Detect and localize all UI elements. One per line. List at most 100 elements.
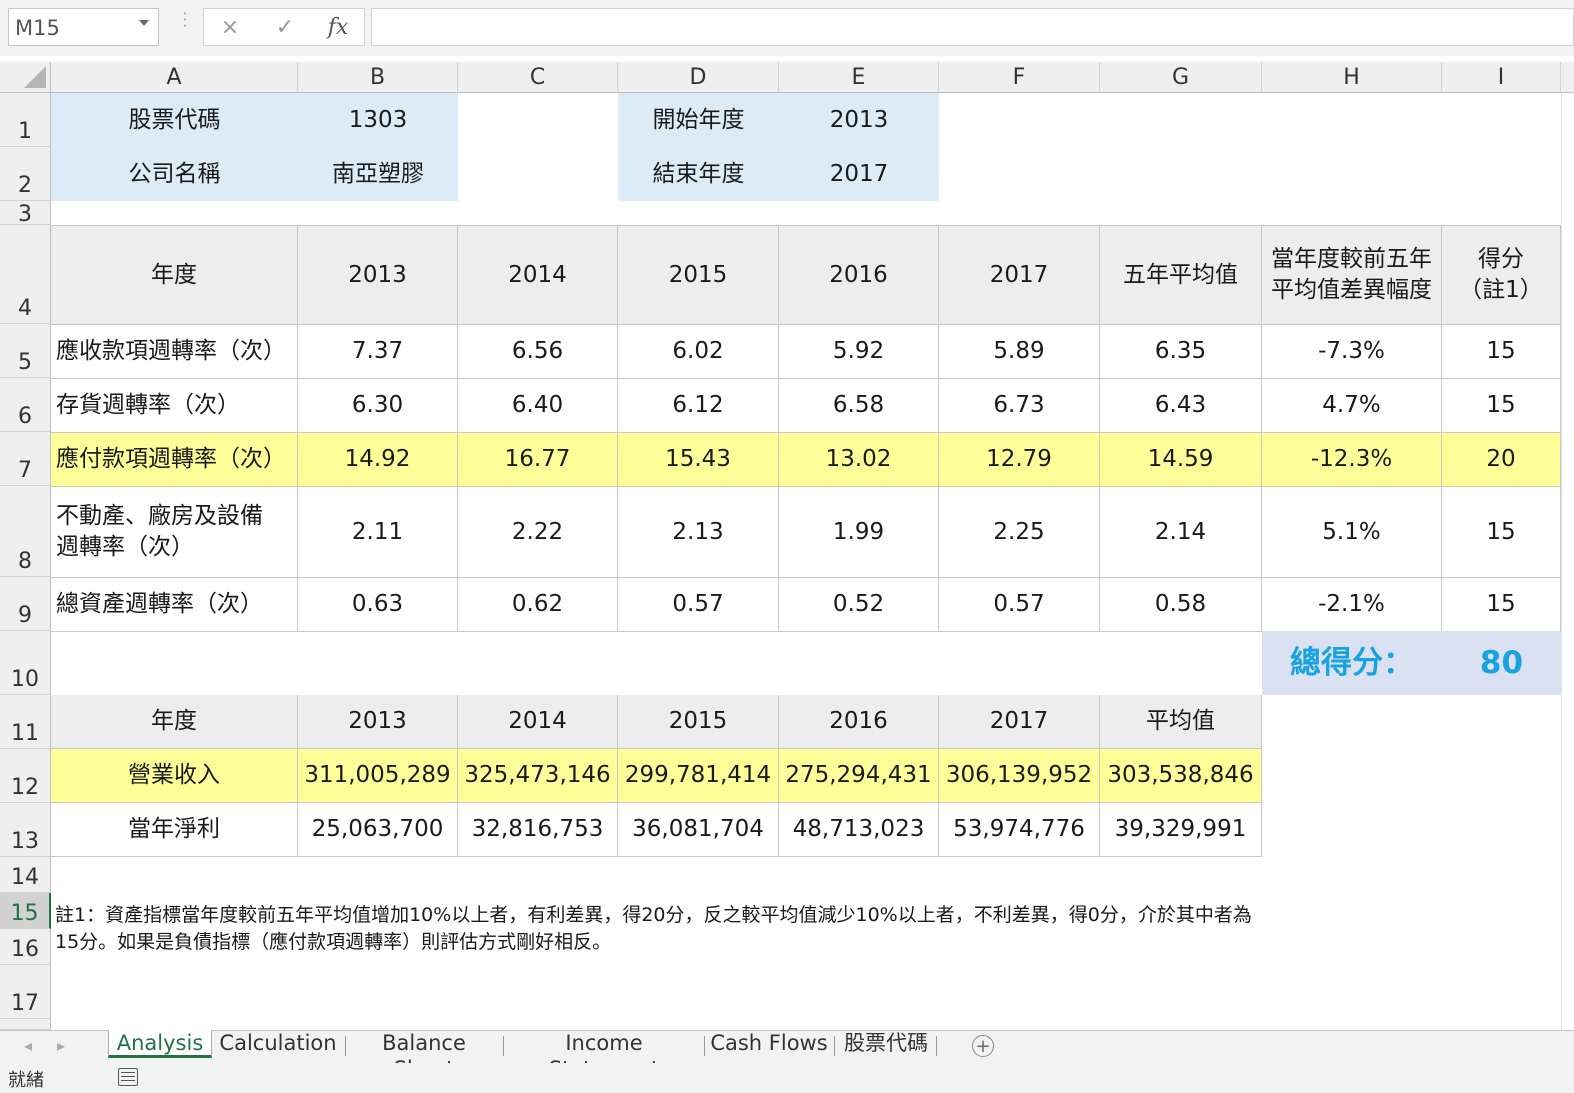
table-header-label[interactable]: 年度 bbox=[51, 226, 298, 325]
table-cell-avg[interactable]: 2.14 bbox=[1100, 487, 1262, 578]
select-all-button[interactable] bbox=[0, 62, 51, 93]
table-cell-y2017[interactable]: 2.25 bbox=[939, 487, 1100, 578]
table-cell-y2013[interactable]: 2.11 bbox=[298, 487, 458, 578]
table-cell-y2014[interactable]: 6.40 bbox=[458, 379, 618, 433]
table-cell-y2014[interactable]: 0.62 bbox=[458, 578, 618, 632]
stock-code-label[interactable]: 股票代碼 bbox=[51, 93, 298, 147]
income-cell[interactable]: 營業收入 bbox=[51, 749, 298, 803]
table-header-y2013[interactable]: 2013 bbox=[298, 226, 458, 325]
table-cell-label[interactable]: 總資產週轉率（次） bbox=[51, 578, 298, 632]
table-header-y2017[interactable]: 2017 bbox=[939, 226, 1100, 325]
row-header[interactable]: 6 bbox=[0, 378, 51, 432]
income-cell[interactable]: 39,329,991 bbox=[1100, 803, 1262, 857]
table-header-diff[interactable]: 當年度較前五年 平均值差異幅度 bbox=[1262, 226, 1442, 325]
total-score-label[interactable]: 總得分： bbox=[1262, 631, 1442, 695]
column-header-f[interactable]: F bbox=[939, 62, 1100, 93]
tab-calculation[interactable]: Calculation bbox=[216, 1030, 340, 1061]
income-cell[interactable]: 325,473,146 bbox=[458, 749, 618, 803]
table-cell-diff[interactable]: 5.1% bbox=[1262, 487, 1442, 578]
check-icon[interactable]: ✓ bbox=[270, 10, 300, 46]
tab-cash-flows[interactable]: Cash Flows bbox=[709, 1030, 829, 1061]
start-year-value[interactable]: 2013 bbox=[779, 93, 939, 147]
table-cell-score[interactable]: 20 bbox=[1442, 433, 1561, 487]
stock-code-value[interactable]: 1303 bbox=[298, 93, 458, 147]
column-header-d[interactable]: D bbox=[618, 62, 779, 93]
row-header[interactable]: 17 bbox=[0, 965, 51, 1019]
income-cell[interactable]: 275,294,431 bbox=[779, 749, 939, 803]
drag-handle-icon[interactable]: ⋮ bbox=[176, 11, 194, 40]
table-cell-y2017[interactable]: 6.73 bbox=[939, 379, 1100, 433]
income-cell[interactable]: 48,713,023 bbox=[779, 803, 939, 857]
start-year-label[interactable]: 開始年度 bbox=[618, 93, 779, 147]
column-header-c[interactable]: C bbox=[458, 62, 618, 93]
income-cell[interactable]: 299,781,414 bbox=[618, 749, 779, 803]
tab-analysis[interactable]: Analysis bbox=[108, 1030, 212, 1061]
row-header[interactable]: 16 bbox=[0, 929, 51, 965]
income-header-cell[interactable]: 年度 bbox=[51, 695, 298, 749]
table-cell-score[interactable]: 15 bbox=[1442, 379, 1561, 433]
table-cell-y2014[interactable]: 2.22 bbox=[458, 487, 618, 578]
table-cell-y2017[interactable]: 0.57 bbox=[939, 578, 1100, 632]
table-header-avg[interactable]: 五年平均值 bbox=[1100, 226, 1262, 325]
table-cell-y2013[interactable]: 7.37 bbox=[298, 325, 458, 379]
table-cell-diff[interactable]: -7.3% bbox=[1262, 325, 1442, 379]
table-cell-diff[interactable]: 4.7% bbox=[1262, 379, 1442, 433]
row-header[interactable]: 5 bbox=[0, 324, 51, 378]
cancel-icon[interactable]: × bbox=[215, 10, 245, 46]
table-cell-y2015[interactable]: 6.12 bbox=[618, 379, 779, 433]
table-cell-y2016[interactable]: 13.02 bbox=[779, 433, 939, 487]
row-header[interactable]: 7 bbox=[0, 432, 51, 486]
tab-scroll-left-icon[interactable]: ◂ bbox=[24, 1036, 32, 1055]
income-cell[interactable]: 311,005,289 bbox=[298, 749, 458, 803]
table-cell-label[interactable]: 存貨週轉率（次） bbox=[51, 379, 298, 433]
income-header-cell[interactable]: 平均值 bbox=[1100, 695, 1262, 749]
tab-income-statement[interactable]: Income Statement bbox=[508, 1030, 700, 1081]
income-cell[interactable]: 25,063,700 bbox=[298, 803, 458, 857]
table-cell-y2013[interactable]: 14.92 bbox=[298, 433, 458, 487]
table-cell-y2016[interactable]: 0.52 bbox=[779, 578, 939, 632]
income-header-cell[interactable]: 2013 bbox=[298, 695, 458, 749]
name-box[interactable]: M15 bbox=[8, 8, 159, 46]
table-cell-label[interactable]: 應付款項週轉率（次） bbox=[51, 433, 298, 487]
income-header-cell[interactable]: 2017 bbox=[939, 695, 1100, 749]
table-cell-y2014[interactable]: 16.77 bbox=[458, 433, 618, 487]
table-header-y2015[interactable]: 2015 bbox=[618, 226, 779, 325]
table-header-score[interactable]: 得分 （註1） bbox=[1442, 226, 1561, 325]
income-cell[interactable]: 306,139,952 bbox=[939, 749, 1100, 803]
add-sheet-icon[interactable]: + bbox=[972, 1035, 994, 1057]
column-header-i[interactable]: I bbox=[1442, 62, 1561, 93]
table-cell-label[interactable]: 應收款項週轉率（次） bbox=[51, 325, 298, 379]
income-header-cell[interactable]: 2015 bbox=[618, 695, 779, 749]
column-header-a[interactable]: A bbox=[51, 62, 298, 93]
table-cell-score[interactable]: 15 bbox=[1442, 578, 1561, 632]
table-cell-avg[interactable]: 0.58 bbox=[1100, 578, 1262, 632]
table-header-y2016[interactable]: 2016 bbox=[779, 226, 939, 325]
income-cell[interactable]: 53,974,776 bbox=[939, 803, 1100, 857]
income-header-cell[interactable]: 2014 bbox=[458, 695, 618, 749]
income-header-cell[interactable]: 2016 bbox=[779, 695, 939, 749]
function-icon[interactable]: fx bbox=[323, 10, 353, 46]
table-cell-y2015[interactable]: 2.13 bbox=[618, 487, 779, 578]
formula-input[interactable] bbox=[371, 8, 1574, 46]
income-cell[interactable]: 當年淨利 bbox=[51, 803, 298, 857]
table-cell-y2017[interactable]: 5.89 bbox=[939, 325, 1100, 379]
tab-balance-sheet[interactable]: Balance Sheet bbox=[350, 1030, 498, 1081]
row-header[interactable]: 2 bbox=[0, 147, 51, 201]
macro-record-icon[interactable] bbox=[118, 1068, 138, 1086]
table-cell-y2015[interactable]: 0.57 bbox=[618, 578, 779, 632]
table-cell-y2013[interactable]: 6.30 bbox=[298, 379, 458, 433]
row-header[interactable]: 1 bbox=[0, 93, 51, 147]
income-cell[interactable]: 32,816,753 bbox=[458, 803, 618, 857]
table-cell-diff[interactable]: -2.1% bbox=[1262, 578, 1442, 632]
column-header-g[interactable]: G bbox=[1100, 62, 1262, 93]
end-year-value[interactable]: 2017 bbox=[779, 147, 939, 201]
table-cell-y2016[interactable]: 1.99 bbox=[779, 487, 939, 578]
total-score-value[interactable]: 80 bbox=[1442, 631, 1561, 695]
table-header-y2014[interactable]: 2014 bbox=[458, 226, 618, 325]
row-header[interactable]: 11 bbox=[0, 695, 51, 749]
row-header[interactable]: 14 bbox=[0, 857, 51, 893]
footnote[interactable]: 註1：資產指標當年度較前五年平均值增加10%以上者，有利差異，得20分，反之較平… bbox=[55, 902, 1255, 956]
table-cell-y2014[interactable]: 6.56 bbox=[458, 325, 618, 379]
row-header[interactable]: 3 bbox=[0, 201, 51, 227]
table-cell-y2017[interactable]: 12.79 bbox=[939, 433, 1100, 487]
